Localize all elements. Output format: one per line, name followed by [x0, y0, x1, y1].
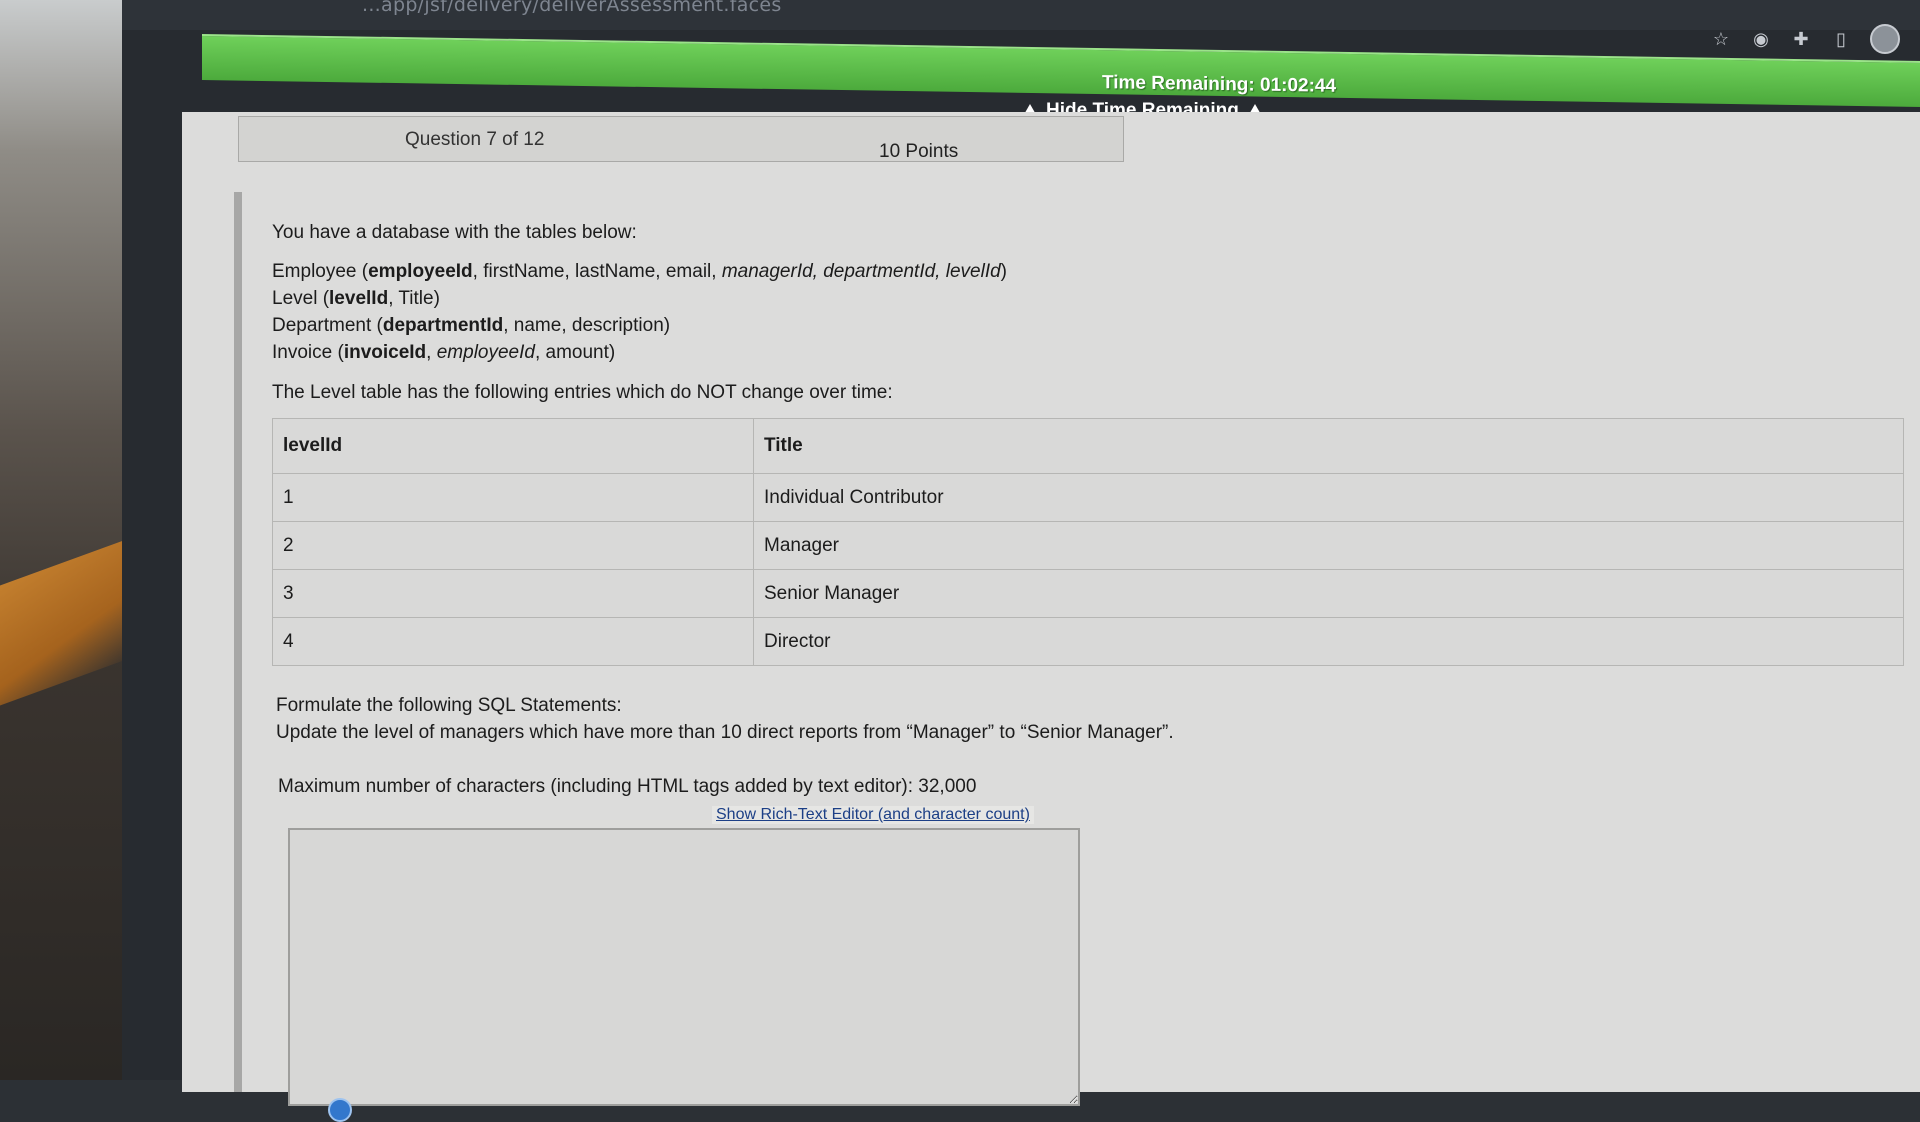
level-table: levelId Title 1 Individual Contributor 2… [272, 418, 1904, 666]
time-remaining-bar: Time Remaining: 01:02:44 [202, 34, 1920, 108]
table-cell: Individual Contributor [753, 473, 1904, 522]
table-cell: 2 [272, 521, 754, 570]
task-title: Formulate the following SQL Statements: [276, 695, 622, 716]
table-row: 4 Director [272, 617, 1904, 666]
table-cell: 1 [272, 473, 754, 522]
extension-badge-icon[interactable]: ◉ [1750, 28, 1772, 50]
table-cell: 4 [272, 617, 754, 666]
schema-level: Level (levelId, Title) [272, 288, 440, 309]
table-row: 1 Individual Contributor [272, 473, 1904, 522]
max-characters-note: Maximum number of characters (including … [278, 776, 977, 797]
profile-avatar[interactable] [1870, 24, 1900, 54]
left-divider [234, 192, 242, 1092]
desk-background [0, 0, 122, 1080]
question-number: Question 7 of 12 [405, 129, 545, 150]
table-cell: Senior Manager [753, 569, 1904, 618]
question-intro: You have a database with the tables belo… [272, 222, 637, 243]
page-indicator-dot [328, 1098, 352, 1122]
time-remaining-label: Time Remaining: 01:02:44 [1102, 72, 1337, 97]
table-cell: 3 [272, 569, 754, 618]
task-body: Update the level of managers which have … [276, 722, 1174, 743]
monitor-screen: ...app/jsf/delivery/deliverAssessment.fa… [122, 0, 1920, 1122]
table-row: 3 Senior Manager [272, 569, 1904, 618]
table-row: 2 Manager [272, 521, 1904, 570]
table-cell: Manager [753, 521, 1904, 570]
show-rich-text-editor-link[interactable]: Show Rich-Text Editor (and character cou… [712, 806, 1034, 824]
column-header: levelId [272, 418, 754, 474]
extensions-puzzle-icon[interactable]: ✚ [1790, 28, 1812, 50]
bookmark-star-icon[interactable]: ☆ [1710, 28, 1732, 50]
schema-department: Department (departmentId, name, descript… [272, 315, 671, 336]
level-table-note: The Level table has the following entrie… [272, 382, 893, 403]
schema-invoice: Invoice (invoiceId, employeeId, amount) [272, 342, 616, 363]
question-header: Question 7 of 12 10 Points [238, 116, 1124, 162]
schema-employee: Employee (employeeId, firstName, lastNam… [272, 261, 1007, 282]
question-points: 10 Points [879, 141, 959, 162]
task-description: Formulate the following SQL Statements: … [276, 692, 1912, 746]
assessment-page: Question 7 of 12 10 Points You have a da… [182, 112, 1920, 1122]
browser-toolbar: ...app/jsf/delivery/deliverAssessment.fa… [122, 0, 1920, 30]
url-text[interactable]: ...app/jsf/delivery/deliverAssessment.fa… [362, 0, 782, 16]
column-header: Title [753, 418, 1904, 474]
browser-icons: ☆ ◉ ✚ ▯ [1710, 24, 1900, 54]
table-header-row: levelId Title [272, 418, 1904, 474]
table-cell: Director [753, 617, 1904, 666]
side-panel-icon[interactable]: ▯ [1830, 28, 1852, 50]
question-content: You have a database with the tables belo… [272, 222, 1912, 798]
answer-textarea[interactable] [288, 828, 1080, 1106]
